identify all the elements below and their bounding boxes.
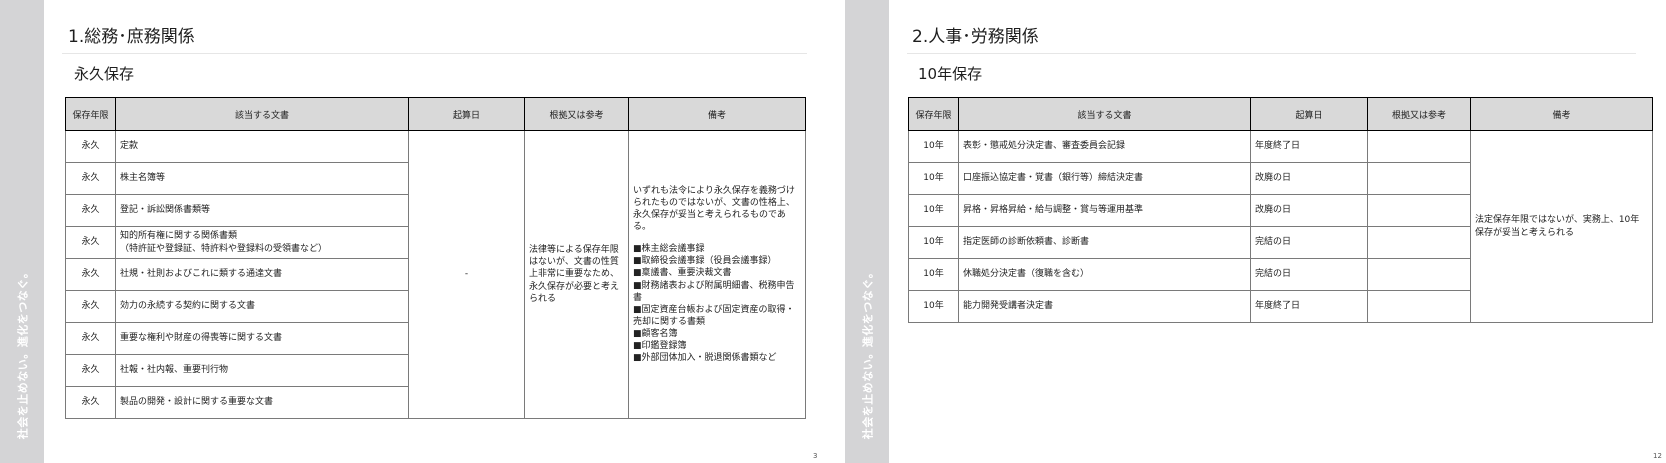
period-cell: 10年 [908,162,959,195]
side-band-slogan: 社会を止めない。進化をつなぐ。 [16,266,29,440]
document-line: （特許証や登録証、特許料や登録料の受領書など） [120,243,328,254]
document-cell: 知的所有権に関する関係書類 （特許証や登録証、特許料や登録料の受領書など） [115,226,409,259]
start-date-cell: 完結の日 [1250,258,1368,291]
side-band-slogan: 社会を止めない。進化をつなぐ。 [861,266,874,440]
document-cell: 指定医師の診断依頼書、診断書 [958,226,1251,259]
document-cell: 定款 [115,130,409,163]
document-cell: 表彰・懲戒処分決定書、審査委員会記録 [958,130,1251,163]
basis-cell [1367,258,1471,291]
header-remarks: 備考 [628,97,806,131]
document-cell: 口座振込協定書・覚書（銀行等）締結決定書 [958,162,1251,195]
document-cell: 社規・社則およびこれに類する通達文書 [115,258,409,291]
basis-cell [1367,162,1471,195]
document-cell: 効力の永続する契約に関する文書 [115,290,409,323]
period-cell: 10年 [908,194,959,227]
retention-table-permanent: 保存年限 該当する文書 起算日 根拠又は参考 備考 永久 定款 - 法律等による… [65,97,806,419]
remarks-merged-cell: いずれも法令により永久保存を義務づけられたものではないが、文書の性格上、永久保存… [628,130,806,419]
document-cell: 登記・訴訟関係書類等 [115,194,409,227]
document-cell: 休職処分決定書（復職を含む） [958,258,1251,291]
basis-cell [1367,194,1471,227]
header-remarks: 備考 [1470,97,1653,131]
retention-table-10-years: 保存年限 該当する文書 起算日 根拠又は参考 備考 10年 表彰・懲戒処分決定書… [908,97,1653,323]
basis-cell [1367,226,1471,259]
side-band: 社会を止めない。進化をつなぐ。 [0,0,44,463]
page-number: 12 [1653,452,1662,460]
remarks-item: ■印鑑登録簿 [633,341,687,352]
header-basis: 根拠又は参考 [524,97,629,131]
start-date-cell: 改廃の日 [1250,194,1368,227]
header-basis: 根拠又は参考 [1367,97,1471,131]
document-cell: 能力開発受講者決定書 [958,290,1251,323]
period-cell: 永久 [65,226,116,259]
document-cell: 株主名簿等 [115,162,409,195]
slide-general-affairs: 社会を止めない。進化をつなぐ。 1.総務･庶務関係 永久保存 保存年限 該当する… [0,0,845,463]
page-title: 2.人事･労務関係 [912,27,1039,47]
header-period: 保存年限 [65,97,116,131]
start-date-cell: 改廃の日 [1250,162,1368,195]
header-document: 該当する文書 [958,97,1251,131]
period-cell: 永久 [65,194,116,227]
remarks-item: ■稟議書、重要決裁文書 [633,268,732,279]
remarks-item: ■取締役会議事録（役員会議事録） [633,256,777,267]
basis-cell [1367,130,1471,163]
start-date-cell: 完結の日 [1250,226,1368,259]
side-band: 社会を止めない。進化をつなぐ。 [845,0,889,463]
table-row: 永久 定款 - 法律等による保存年限はないが、文書の性質上非常に重要なため、永久… [65,130,806,419]
period-cell: 永久 [65,354,116,387]
period-cell: 10年 [908,130,959,163]
document-cell: 昇格・昇格昇給・給与調整・賞与等運用基準 [958,194,1251,227]
period-cell: 永久 [65,162,116,195]
document-line: 知的所有権に関する関係書類 [120,231,238,242]
start-date-merged-cell: - [408,130,525,419]
header-start-date: 起算日 [1250,97,1368,131]
document-cell: 製品の開発・設計に関する重要な文書 [115,386,409,419]
period-cell: 永久 [65,258,116,291]
remarks-item: ■顧客名簿 [633,329,678,340]
table-row: 10年 表彰・懲戒処分決定書、審査委員会記録 年度終了日 法定保存年限ではないが… [908,130,1653,323]
remarks-item: ■外部団体加入・脱退関係書類など [633,353,777,364]
table-header-row: 保存年限 該当する文書 起算日 根拠又は参考 備考 [65,97,806,131]
period-cell: 10年 [908,258,959,291]
section-subtitle: 10年保存 [918,65,983,83]
page-number: 3 [813,452,818,460]
title-divider [62,53,807,54]
period-cell: 永久 [65,386,116,419]
header-document: 該当する文書 [115,97,409,131]
section-subtitle: 永久保存 [74,65,135,83]
period-cell: 永久 [65,322,116,355]
document-cell: 重要な権利や財産の得喪等に関する文書 [115,322,409,355]
period-cell: 10年 [908,290,959,323]
remarks-item: ■財務諸表および附属明細書、税務申告書 [633,280,795,303]
header-start-date: 起算日 [408,97,525,131]
remarks-intro: いずれも法令により永久保存を義務づけられたものではないが、文書の性格上、永久保存… [633,185,795,232]
remarks-item: ■固定資産台帳および固定資産の取得・売却に関する書類 [633,304,795,327]
period-cell: 永久 [65,130,116,163]
period-cell: 10年 [908,226,959,259]
start-date-cell: 年度終了日 [1250,290,1368,323]
header-period: 保存年限 [908,97,959,131]
document-cell: 社報・社内報、重要刊行物 [115,354,409,387]
remarks-merged-cell: 法定保存年限ではないが、実務上、10年保存が妥当と考えられる [1470,130,1653,323]
basis-merged-cell: 法律等による保存年限はないが、文書の性質上非常に重要なため、永久保存が必要と考え… [524,130,629,419]
start-date-cell: 年度終了日 [1250,130,1368,163]
title-divider [907,53,1636,54]
table-header-row: 保存年限 該当する文書 起算日 根拠又は参考 備考 [908,97,1653,131]
page-title: 1.総務･庶務関係 [68,27,195,47]
basis-cell [1367,290,1471,323]
period-cell: 永久 [65,290,116,323]
remarks-item: ■株主総会議事録 [633,244,705,255]
